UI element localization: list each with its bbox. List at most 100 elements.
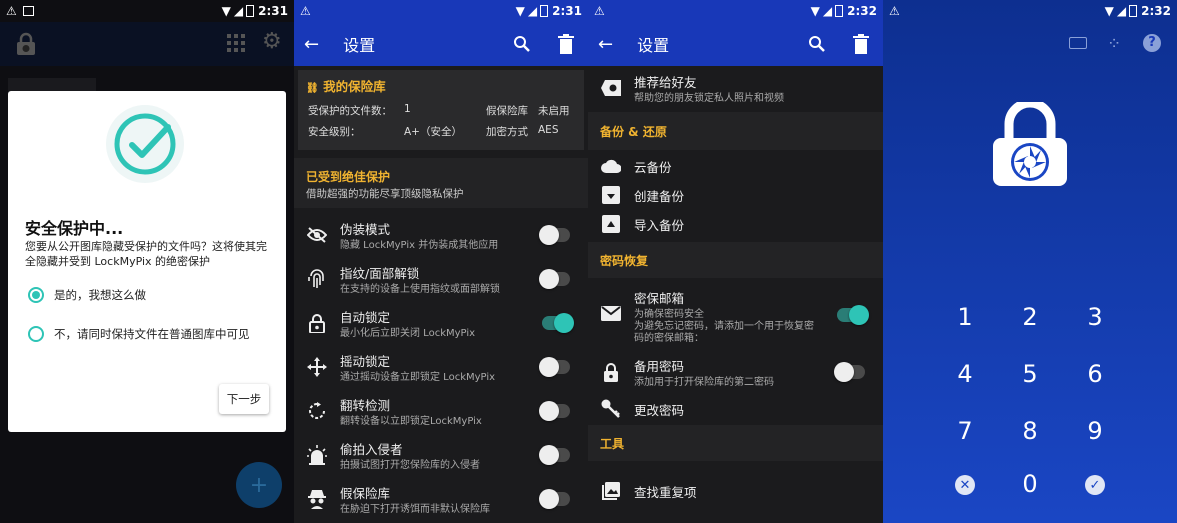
option-yes-label: 是的，我想这么做 (54, 288, 146, 302)
page-title: 设置 (343, 36, 376, 55)
cloud-icon (600, 159, 622, 173)
security-label: 安全级别： (308, 126, 361, 138)
setting-subtitle: 通过摇动设备立即锁定 LockMyPix (340, 371, 496, 383)
key-3[interactable]: 3 (1065, 303, 1125, 331)
backup-password-row[interactable]: 备用密码 添加用于打开保险库的第二密码 (588, 352, 883, 392)
setting-toggle[interactable] (539, 269, 570, 289)
setting-subtitle: 在胁迫下打开诱饵而非默认保险库 (340, 503, 490, 515)
key-6[interactable]: 6 (1065, 360, 1125, 388)
setting-row[interactable]: 指纹/面部解锁 在支持的设备上使用指纹或面部解锁 (294, 259, 588, 299)
search-icon[interactable] (510, 32, 534, 56)
import-backup-row[interactable]: 导入备份 (588, 210, 883, 238)
backup-password-title: 备用密码 (634, 358, 685, 374)
option-no[interactable]: 不，请同时保持文件在普通图库中可见 (28, 326, 250, 342)
close-icon: ✕ (959, 477, 971, 493)
alarm-icon (306, 445, 328, 465)
battery-icon (246, 5, 255, 17)
setting-row[interactable]: 偷拍入侵者 拍摄试图打开您保险库的入侵者 (294, 435, 588, 475)
change-password-row[interactable]: 更改密码 (588, 395, 883, 423)
confirm-button[interactable]: ✓ (1085, 475, 1105, 495)
find-duplicates-row[interactable]: 查找重复项 (588, 476, 883, 506)
key-2[interactable]: 2 (1000, 303, 1060, 331)
setting-subtitle: 在支持的设备上使用指纹或面部解锁 (340, 283, 500, 295)
cloud-backup-row[interactable]: 云备份 (588, 152, 883, 180)
protected-files-value: 1 (404, 103, 411, 115)
setting-row[interactable]: 伪装模式隐藏 LockMyPix 并伪装成其他应用 (294, 215, 588, 255)
keyboard-icon[interactable] (1069, 37, 1087, 49)
find-duplicates-label: 查找重复项 (634, 484, 697, 500)
gear-icon: ⚙ (262, 29, 282, 54)
email-toggle[interactable] (837, 305, 869, 325)
recovery-section-header: 密码恢复 (588, 242, 883, 278)
setting-row[interactable]: 摇动锁定 通过摇动设备立即锁定 LockMyPix (294, 347, 588, 387)
import-backup-label: 导入备份 (634, 217, 685, 233)
create-backup-row[interactable]: 创建备份 (588, 181, 883, 209)
help-icon[interactable]: ? (1143, 34, 1161, 52)
wifi-icon: ▼ (810, 4, 820, 18)
move-icon (306, 357, 328, 377)
security-value: A+（安全） (404, 126, 462, 138)
fake-vault-label: 假保险库 (486, 105, 528, 117)
back-arrow-icon[interactable]: ← (304, 34, 319, 55)
search-icon[interactable] (805, 32, 829, 56)
backup-section-header: 备份 & 还原 (588, 112, 883, 150)
setting-toggle[interactable] (539, 489, 570, 509)
option-yes[interactable]: 是的，我想这么做 (28, 287, 146, 303)
rotate-icon (306, 402, 328, 420)
onboarding-screen: ⚠ ▼ ◢ 2:31 ⚙ 安全保护中... 您要从公开图库隐藏受保护的文件吗？这… (0, 0, 294, 523)
dialog-title: 安全保护中... (25, 219, 124, 238)
trash-icon[interactable] (554, 32, 578, 56)
radio-selected-icon[interactable] (28, 287, 44, 303)
key-9[interactable]: 9 (1065, 417, 1125, 445)
wifi-icon: ▼ (1104, 4, 1114, 18)
cloud-backup-label: 云备份 (634, 159, 672, 175)
status-bar: ⚠ ▼ ◢ 2:31 (0, 0, 294, 22)
setting-row[interactable]: 自动锁定 最小化后立即关闭 LockMyPix (294, 303, 588, 343)
add-fab[interactable]: + (236, 462, 282, 508)
signal-icon: ◢ (233, 4, 244, 18)
email-row[interactable]: 密保邮箱 为确保密码安全 为避免忘记密码，请添加一个用于恢复密码的密保邮箱： (588, 284, 883, 346)
tools-section-header: 工具 (588, 425, 883, 461)
radio-unselected-icon[interactable] (28, 326, 44, 342)
fake-vault-value: 未启用 (538, 105, 570, 117)
protected-files-label: 受保护的文件数： (308, 105, 392, 117)
check-icon: ✓ (1089, 477, 1101, 493)
setting-toggle[interactable] (542, 313, 574, 333)
battery-icon (835, 5, 844, 17)
clear-button[interactable]: ✕ (955, 475, 975, 495)
setting-row[interactable]: 翻转检测 翻转设备以立即锁定LockMyPix (294, 391, 588, 431)
backup-password-toggle[interactable] (834, 362, 865, 382)
warning-icon: ⚠ (6, 4, 17, 18)
premium-banner[interactable]: 已受到绝佳保护 借助超强的功能尽享顶级隐私保护 (294, 158, 588, 208)
encryption-value: AES (538, 124, 559, 136)
key-0[interactable]: 0 (1000, 470, 1060, 498)
warning-icon: ⚠ (300, 4, 311, 18)
setting-toggle[interactable] (539, 445, 570, 465)
setting-toggle[interactable] (539, 401, 570, 421)
key-icon (600, 399, 622, 419)
backup-password-subtitle: 添加用于打开保险库的第二密码 (634, 376, 774, 388)
app-lock-icon (14, 32, 38, 56)
setting-title: 偷拍入侵者 (340, 441, 403, 457)
key-5[interactable]: 5 (1000, 360, 1060, 388)
recommend-row[interactable]: 推荐给好友 帮助您的朋友锁定私人照片和视频 (588, 68, 883, 108)
setting-toggle[interactable] (539, 225, 570, 245)
key-7[interactable]: 7 (935, 417, 995, 445)
setting-row[interactable]: 假保险库 在胁迫下打开诱饵而非默认保险库 (294, 479, 588, 519)
trash-icon[interactable] (849, 32, 873, 56)
pattern-icon[interactable]: ⁘ (1107, 34, 1121, 54)
archive-down-icon (600, 186, 622, 204)
plus-icon: + (249, 472, 269, 498)
settings-screen-1: ⚠ ▼ ◢ 2:31 ← 设置 ⛓ 我的保险库 受保护的文件数： 1 假保险库 … (294, 0, 588, 523)
key-1[interactable]: 1 (935, 303, 995, 331)
setting-toggle[interactable] (539, 357, 570, 377)
setting-subtitle: 隐藏 LockMyPix 并伪装成其他应用 (340, 239, 499, 251)
vault-header: ⛓ 我的保险库 (306, 76, 386, 95)
vault-card: ⛓ 我的保险库 受保护的文件数： 1 假保险库 未启用 安全级别： A+（安全）… (298, 70, 584, 150)
key-8[interactable]: 8 (1000, 417, 1060, 445)
setting-title: 伪装模式 (340, 221, 391, 237)
next-button[interactable]: 下一步 (219, 384, 269, 414)
key-4[interactable]: 4 (935, 360, 995, 388)
back-arrow-icon[interactable]: ← (598, 34, 613, 55)
clock: 2:31 (258, 4, 288, 18)
